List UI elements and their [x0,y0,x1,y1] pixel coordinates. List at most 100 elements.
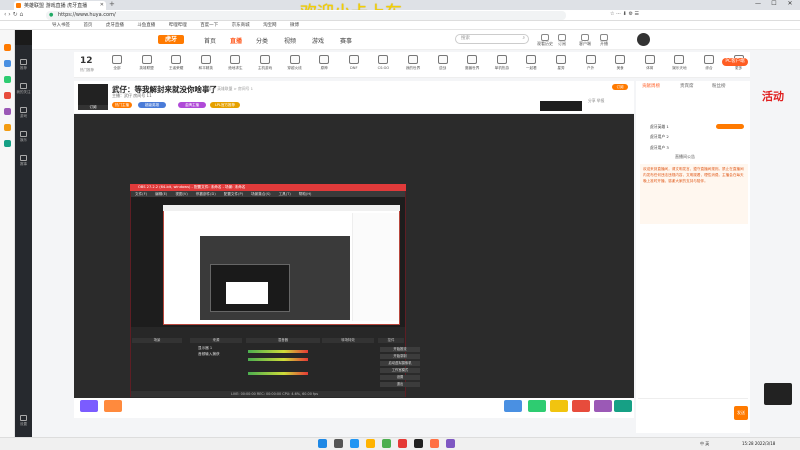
category-item[interactable]: 户外 [580,55,602,71]
bookmark-item[interactable]: 导入书签 [52,23,70,28]
bookmark-item[interactable]: 首页 [83,23,92,28]
client-button[interactable]: 客户端 [579,34,591,47]
obs-source-item[interactable]: 显示器 1 [198,346,212,351]
subscribe-button[interactable]: 订阅 [558,34,566,47]
bookmark-item[interactable]: 京东商城 [232,23,250,28]
tab-fans[interactable]: 粉丝榜 [712,83,726,89]
sidebar-app-icon[interactable] [4,44,11,51]
gift-icon[interactable] [80,400,98,412]
nav-match[interactable]: 赛事 [340,36,352,45]
obs-icon[interactable] [414,439,423,448]
obs-studio-mode-button[interactable]: 工作室模式 [380,368,420,373]
obs-virtual-cam-button[interactable]: 启动虚拟摄像机 [380,361,420,366]
lnav-item[interactable]: 设置 [15,415,32,427]
category-item[interactable]: 单机热游 [491,55,513,71]
url-field[interactable]: ● https://www.huya.com/ [46,11,566,20]
history-button[interactable]: 观看历史 [537,34,553,47]
obs-source-item[interactable]: 音频输入捕获 [198,352,220,357]
obs-start-record-button[interactable]: 开始录制 [380,354,420,359]
obs-menu-item[interactable]: 场景集合(S) [251,192,270,196]
rank-action-button[interactable] [716,124,744,129]
subscribe-button[interactable]: 订阅 [612,84,628,90]
gift-icon[interactable] [572,400,590,412]
search-icon[interactable]: ⌕ [522,35,525,43]
search-input[interactable]: 搜索 ⌕ [455,34,529,44]
obs-settings-button[interactable]: 设置 [380,375,420,380]
start-live-button[interactable]: 开播 [600,34,608,47]
streamer-avatar[interactable]: 订阅 [78,84,108,110]
bookmark-item[interactable]: 哔哩哔哩 [169,23,187,28]
bookmark-item[interactable]: 淘宝网 [263,23,277,28]
category-item[interactable]: 魔兽世界 [461,55,483,71]
browser-tab[interactable]: 英雄联盟 游戏直播 虎牙直播 ✕ [14,1,106,10]
share-report[interactable]: 分享 举报 [588,98,604,104]
gift-icon[interactable] [550,400,568,412]
category-item[interactable]: 和平精英 [195,55,217,71]
category-item[interactable]: CS:GO [372,55,394,70]
chrome-icon[interactable] [382,439,391,448]
obs-menu-item[interactable]: 配置文件(P) [224,192,243,196]
pc-client-button[interactable]: PC客户端 [722,58,748,66]
category-item[interactable]: 美食 [609,55,631,71]
nav-buttons[interactable]: ‹ › ↻ ⌂ [4,11,23,18]
sidebar-app-icon[interactable] [4,140,11,147]
user-avatar[interactable] [637,33,650,46]
obs-menu-item[interactable]: 停靠部件(D) [196,192,216,196]
breadcrumb[interactable]: 网游 > 英雄联盟 > 房间号 1 [204,86,253,92]
browser-toolbar-icons[interactable]: ☆ ⋯ ⬇ ⚙ ☰ [610,11,639,17]
app-icon[interactable] [398,439,407,448]
category-item[interactable]: 逆战 [432,55,454,71]
taskview-icon[interactable] [350,439,359,448]
app-icon[interactable] [430,439,439,448]
obs-menu-item[interactable]: 文件(F) [135,192,147,196]
bookmark-item[interactable]: 百度一下 [200,23,218,28]
lnav-item[interactable]: 娱乐 [15,131,32,143]
sidebar-app-icon[interactable] [4,60,11,67]
app-icon[interactable] [446,439,455,448]
floating-game-badge[interactable] [764,383,792,405]
tab-weekly-rank[interactable]: 贡献周榜 [642,83,660,89]
gift-icon[interactable] [594,400,612,412]
gift-icon[interactable] [528,400,546,412]
obs-menu-item[interactable]: 工具(T) [279,192,291,196]
sidebar-app-icon[interactable] [4,124,11,131]
obs-start-stream-button[interactable]: 开始推流 [380,347,420,352]
lnav-item[interactable]: 推荐 [15,59,32,71]
category-item[interactable]: 原神 [313,55,335,71]
nav-game[interactable]: 游戏 [312,36,324,45]
gift-icon[interactable] [504,400,522,412]
nav-video[interactable]: 视频 [284,36,296,45]
search-icon[interactable] [334,439,343,448]
category-item[interactable]: 主机游戏 [254,55,276,71]
category-item[interactable]: 一起看 [520,55,542,71]
category-item[interactable]: 全部 [106,55,128,71]
obs-menu-item[interactable]: 编辑(E) [155,192,167,196]
nav-live[interactable]: 直播 [230,36,242,45]
lnav-item[interactable]: 赛事 [15,155,32,167]
sidebar-app-icon[interactable] [4,92,11,99]
category-item[interactable]: DNF [343,55,365,70]
gift-icon[interactable] [614,400,632,412]
chat-input[interactable] [638,398,748,426]
category-item[interactable]: 我的世界 [402,55,424,71]
system-tray[interactable]: 中 英 [700,441,709,447]
nav-home[interactable]: 首页 [204,36,216,45]
category-item[interactable]: 英雄联盟 [136,55,158,71]
gift-icon[interactable] [104,400,122,412]
send-button[interactable]: 发送 [734,406,748,420]
obs-menu-item[interactable]: 帮助(H) [299,192,312,196]
promo-banner[interactable]: 活动 [762,88,790,116]
category-item[interactable]: 绝地求生 [224,55,246,71]
bookmark-item[interactable]: 斗鱼直播 [137,23,155,28]
category-item[interactable]: 王者荣耀 [165,55,187,71]
lnav-item[interactable]: 游戏 [15,107,32,119]
nav-category[interactable]: 分类 [256,36,268,45]
maximize-button[interactable]: ☐ [766,0,782,7]
bookmark-item[interactable]: 虎牙直播 [106,23,124,28]
category-item[interactable]: 综合 [698,55,720,71]
obs-exit-button[interactable]: 退出 [380,382,420,387]
minimize-button[interactable]: — [750,0,766,7]
start-icon[interactable] [318,439,327,448]
category-item[interactable]: 娱乐天地 [668,55,690,71]
category-item[interactable]: 体育 [639,55,661,71]
